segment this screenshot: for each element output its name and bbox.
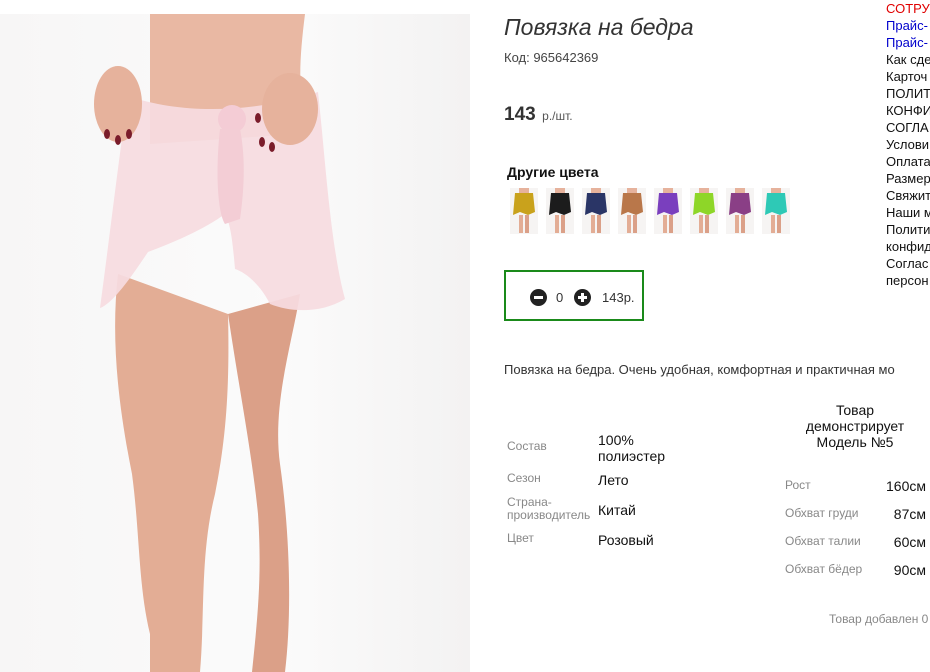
side-link-1[interactable]: Прайс- (886, 17, 930, 34)
model-row: Обхват талии 60см (785, 534, 930, 550)
model-value: 87см (893, 506, 926, 522)
price-amount: 143 (504, 104, 536, 125)
side-link-4[interactable]: Карточ (886, 68, 930, 85)
color-swatch-violet[interactable] (654, 188, 682, 234)
side-link-6[interactable]: КОНФИ (886, 102, 930, 119)
model-heading: Товар демонстрирует Модель №5 (805, 402, 905, 450)
color-swatch-lime[interactable] (690, 188, 718, 234)
side-link-14[interactable]: конфид (886, 238, 930, 255)
property-value: Китай (598, 502, 636, 518)
other-colors-list (510, 188, 790, 234)
model-label: Обхват груди (785, 506, 859, 520)
added-note: Товар добавлен 0 (829, 612, 929, 626)
side-link-11[interactable]: Свяжит (886, 187, 930, 204)
side-link-8[interactable]: Услови (886, 136, 930, 153)
other-colors-title: Другие цвета (507, 164, 599, 180)
product-photo (0, 14, 470, 672)
side-link-9[interactable]: Оплата (886, 153, 930, 170)
color-swatch-turquoise[interactable] (762, 188, 790, 234)
model-value: 160см (886, 478, 926, 494)
side-link-5[interactable]: ПОЛИТ (886, 85, 930, 102)
product-code: Код: 965642369 (504, 50, 599, 65)
model-value: 60см (893, 534, 926, 550)
property-label: Сезон (507, 471, 541, 485)
color-swatch-bronze[interactable] (618, 188, 646, 234)
property-label: Цвет (507, 531, 534, 545)
side-link-3[interactable]: Как сде (886, 51, 930, 68)
model-label: Рост (785, 478, 811, 492)
product-photo-illustration (94, 14, 345, 672)
quantity-sum: 143р. (602, 290, 635, 305)
model-label: Обхват бёдер (785, 562, 863, 576)
side-link-0[interactable]: СОТРУ (886, 0, 930, 17)
color-swatch-purple[interactable] (726, 188, 754, 234)
price-unit: р./шт. (542, 109, 573, 123)
model-row: Обхват груди 87см (785, 506, 930, 522)
quantity-selector: 0 143р. (504, 270, 644, 321)
side-link-13[interactable]: Полити (886, 221, 930, 238)
side-link-7[interactable]: СОГЛА (886, 119, 930, 136)
property-label: Состав (507, 439, 547, 453)
property-label: Страна-производитель (507, 495, 591, 522)
model-label: Обхват талии (785, 534, 861, 548)
property-value: Розовый (598, 532, 654, 548)
model-row: Рост 160см (785, 478, 930, 494)
model-row: Обхват бёдер 90см (785, 562, 930, 578)
color-swatch-navy[interactable] (582, 188, 610, 234)
property-value: Лето (598, 472, 629, 488)
product-price: 143 р./шт. (504, 104, 573, 126)
plus-circle-icon[interactable] (574, 289, 591, 306)
side-link-16[interactable]: персон (886, 272, 930, 289)
side-link-12[interactable]: Наши м (886, 204, 930, 221)
side-links-menu: СОТРУ Прайс- Прайс- Как сде Карточ ПОЛИТ КОНФИ… (886, 0, 930, 289)
side-link-2[interactable]: Прайс- (886, 34, 930, 51)
product-description: Повязка на бедра. Очень удобная, комфорт… (504, 362, 895, 377)
property-value: 100% полиэстер (598, 432, 666, 464)
color-swatch-yellow[interactable] (510, 188, 538, 234)
side-link-15[interactable]: Соглас (886, 255, 930, 272)
minus-circle-icon[interactable] (530, 289, 547, 306)
color-swatch-black[interactable] (546, 188, 574, 234)
product-title: Повязка на бедра (504, 14, 694, 40)
model-value: 90см (893, 562, 926, 578)
quantity-value[interactable]: 0 (556, 290, 563, 305)
side-link-10[interactable]: Размер (886, 170, 930, 187)
